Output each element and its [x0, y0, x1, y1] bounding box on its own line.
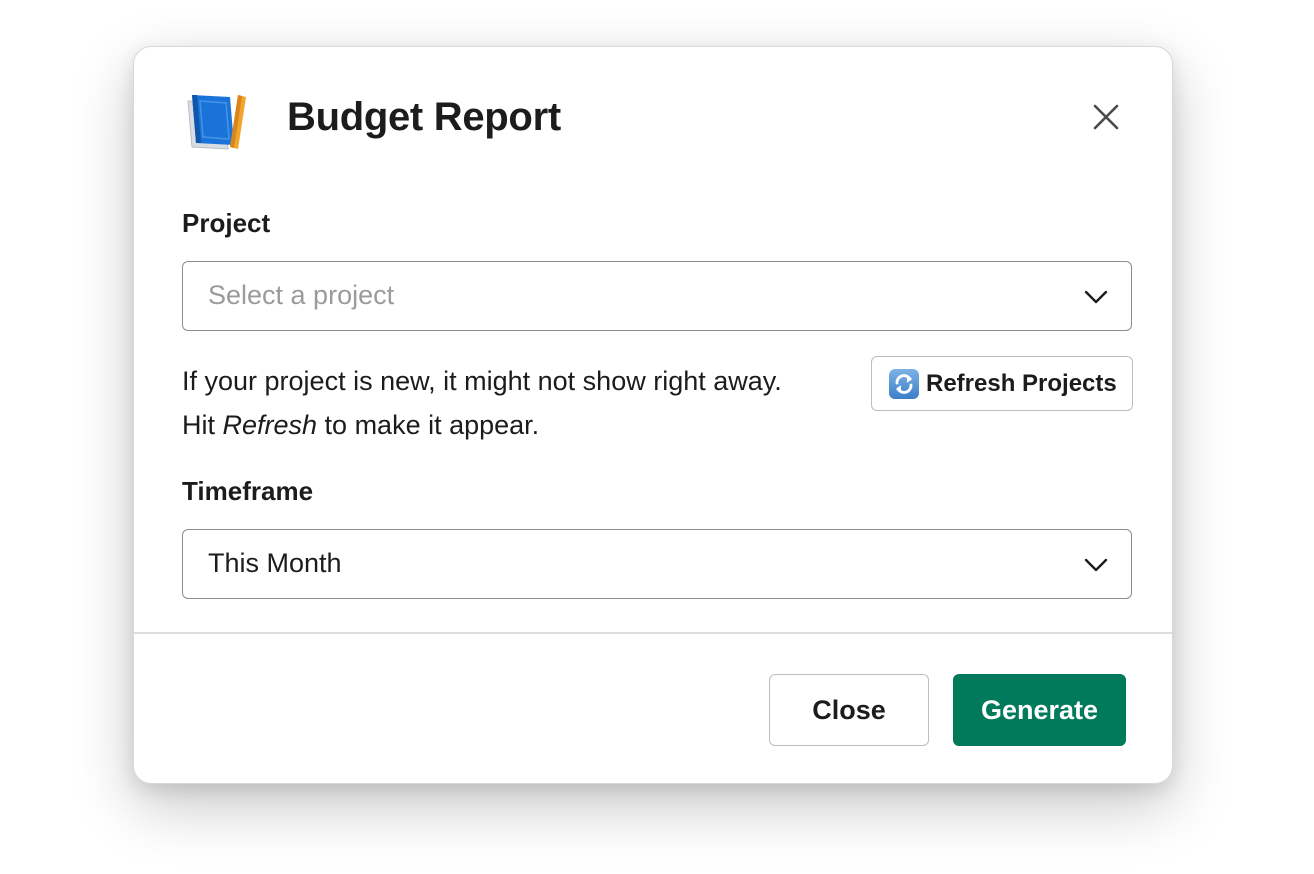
project-help-text: If your project is new, it might not sho… [182, 359, 822, 447]
blue-book-icon [182, 89, 252, 151]
close-icon[interactable] [1088, 99, 1124, 135]
project-label: Project [182, 208, 271, 238]
chevron-down-icon [1083, 552, 1109, 578]
project-select[interactable]: Select a project [182, 261, 1132, 331]
close-button[interactable]: Close [769, 674, 929, 746]
timeframe-select-value: This Month [208, 548, 342, 578]
timeframe-select[interactable]: This Month [182, 529, 1132, 599]
chevron-down-icon [1083, 284, 1109, 310]
generate-button[interactable]: Generate [953, 674, 1126, 746]
timeframe-label: Timeframe [182, 476, 314, 506]
modal-title: Budget Report [287, 95, 561, 139]
help-text-after: to make it appear. [317, 410, 540, 440]
budget-report-modal: Budget Report Project Select a project I… [133, 46, 1173, 784]
refresh-projects-button[interactable]: Refresh Projects [871, 356, 1133, 411]
refresh-arrows-icon [888, 368, 920, 400]
help-text-emphasis: Refresh [222, 410, 318, 440]
refresh-projects-label: Refresh Projects [926, 369, 1117, 397]
footer-divider [134, 632, 1172, 634]
project-select-placeholder: Select a project [208, 280, 395, 310]
